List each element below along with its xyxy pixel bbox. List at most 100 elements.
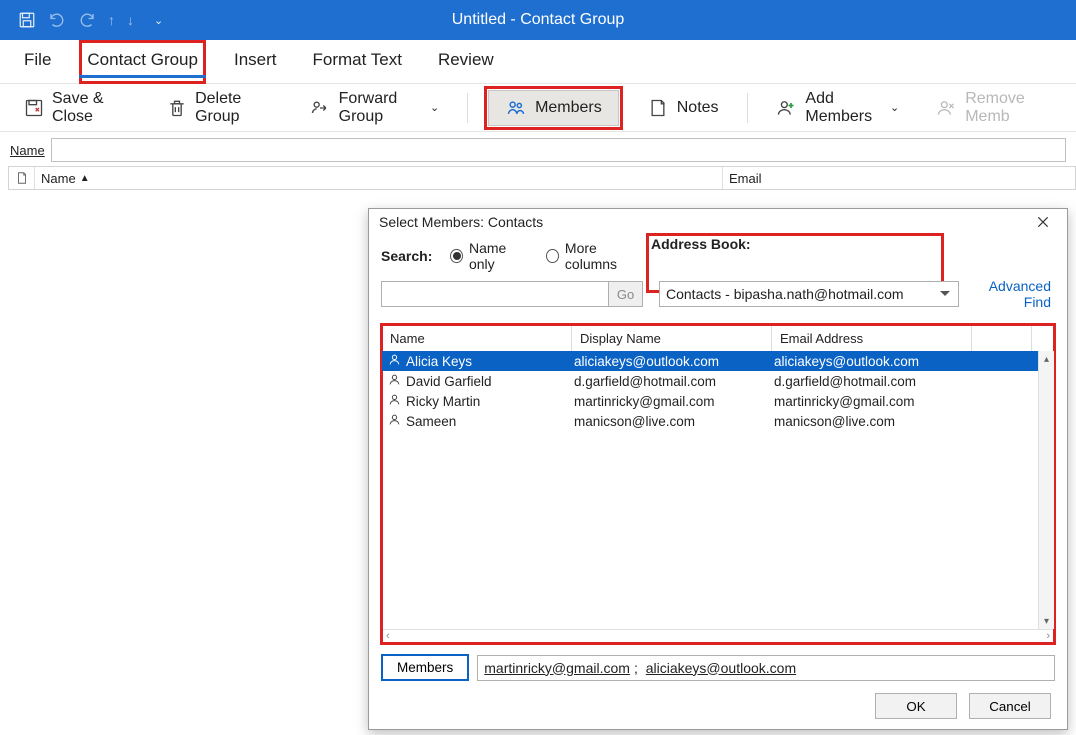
horizontal-scrollbar[interactable]: ‹ › bbox=[382, 629, 1054, 643]
name-row: Name bbox=[0, 132, 1076, 162]
window-title: Untitled - Contact Group bbox=[452, 11, 625, 29]
advanced-find-link[interactable]: Advanced Find bbox=[975, 278, 1055, 310]
cancel-button[interactable]: Cancel bbox=[969, 693, 1051, 719]
contact-email: manicson@live.com bbox=[772, 414, 1032, 429]
members-value-2: aliciakeys@outlook.com bbox=[646, 660, 796, 676]
scroll-down-icon[interactable]: ▾ bbox=[1039, 613, 1054, 629]
down-arrow-icon[interactable]: ↓ bbox=[127, 12, 134, 28]
add-person-icon bbox=[775, 97, 797, 119]
chevron-down-icon: ⌄ bbox=[890, 101, 899, 114]
people-icon bbox=[505, 97, 527, 119]
group-name-input[interactable] bbox=[51, 138, 1066, 162]
save-icon[interactable] bbox=[18, 11, 36, 29]
dialog-titlebar: Select Members: Contacts bbox=[369, 209, 1067, 234]
redo-icon[interactable] bbox=[78, 11, 96, 29]
members-row: Members martinricky@gmail.com; aliciakey… bbox=[381, 654, 1055, 681]
radio-more-columns[interactable]: More columns bbox=[546, 240, 643, 272]
save-close-label: Save & Close bbox=[52, 90, 131, 126]
scroll-right-icon[interactable]: › bbox=[1046, 630, 1050, 643]
name-column-header[interactable]: Name ▲ bbox=[35, 167, 723, 189]
undo-icon[interactable] bbox=[48, 11, 66, 29]
save-close-icon bbox=[24, 97, 44, 119]
vertical-scrollbar[interactable]: ▴ ▾ bbox=[1038, 351, 1054, 629]
contact-display: manicson@live.com bbox=[572, 414, 772, 429]
up-arrow-icon[interactable]: ↑ bbox=[108, 12, 115, 28]
select-members-dialog: Select Members: Contacts Search: Name on… bbox=[368, 208, 1068, 730]
contact-display: d.garfield@hotmail.com bbox=[572, 374, 772, 389]
tab-review[interactable]: Review bbox=[434, 44, 498, 80]
contact-row[interactable]: Sameen manicson@live.commanicson@live.com bbox=[382, 411, 1054, 431]
contact-row[interactable]: Ricky Martinmartinricky@gmail.commartinr… bbox=[382, 391, 1054, 411]
contact-name: Sameen bbox=[406, 414, 456, 429]
members-field[interactable]: martinricky@gmail.com; aliciakeys@outloo… bbox=[477, 655, 1055, 681]
input-row: Go Contacts - bipasha.nath@hotmail.com A… bbox=[381, 278, 1055, 310]
col-display-name[interactable]: Display Name bbox=[572, 325, 772, 351]
tab-format-text[interactable]: Format Text bbox=[309, 44, 406, 80]
dialog-body: Search: Name only More columns Address B… bbox=[369, 234, 1067, 729]
forward-group-label: Forward Group bbox=[339, 90, 422, 126]
notes-label: Notes bbox=[677, 99, 719, 117]
scroll-up-icon[interactable]: ▴ bbox=[1039, 351, 1054, 367]
members-add-button[interactable]: Members bbox=[381, 654, 469, 681]
person-icon bbox=[388, 413, 401, 429]
tab-insert[interactable]: Insert bbox=[230, 44, 281, 80]
col-name[interactable]: Name bbox=[382, 325, 572, 351]
add-members-button[interactable]: Add Members ⌄ bbox=[767, 84, 907, 132]
dialog-footer: OK Cancel bbox=[381, 693, 1055, 719]
address-book-select[interactable]: Contacts - bipasha.nath@hotmail.com bbox=[659, 281, 959, 307]
person-icon bbox=[388, 373, 401, 389]
members-button[interactable]: Members bbox=[488, 90, 619, 126]
contact-name: David Garfield bbox=[406, 374, 492, 389]
contact-email: aliciakeys@outlook.com bbox=[772, 354, 1032, 369]
ribbon-tabs: File Contact Group Insert Format Text Re… bbox=[0, 40, 1076, 84]
icon-column-header[interactable] bbox=[9, 167, 35, 189]
contact-email: martinricky@gmail.com bbox=[772, 394, 1032, 409]
col-email[interactable]: Email Address bbox=[772, 325, 972, 351]
tab-contact-group[interactable]: Contact Group bbox=[83, 44, 202, 80]
search-input[interactable] bbox=[381, 281, 609, 307]
remove-member-button: Remove Memb bbox=[927, 84, 1060, 132]
add-members-label: Add Members bbox=[805, 90, 882, 126]
ok-button[interactable]: OK bbox=[875, 693, 957, 719]
notes-button[interactable]: Notes bbox=[639, 91, 727, 125]
radio-name-only[interactable]: Name only bbox=[450, 240, 528, 272]
members-sep: ; bbox=[634, 660, 642, 676]
tab-file[interactable]: File bbox=[20, 44, 55, 80]
search-label: Search: bbox=[381, 248, 432, 264]
col-extra[interactable] bbox=[972, 325, 1032, 351]
ribbon-separator bbox=[467, 93, 468, 123]
search-box: Go bbox=[381, 281, 643, 307]
title-bar: ↑ ↓ ⌄ Untitled - Contact Group bbox=[0, 0, 1076, 40]
name-column-label: Name bbox=[41, 171, 76, 186]
contacts-list-header: Name Display Name Email Address bbox=[382, 325, 1054, 351]
person-icon bbox=[388, 393, 401, 409]
contacts-list: Name Display Name Email Address Alicia K… bbox=[381, 324, 1055, 644]
ribbon: Save & Close Delete Group Forward Group … bbox=[0, 84, 1076, 132]
scroll-left-icon[interactable]: ‹ bbox=[386, 630, 390, 643]
qat-customize-icon[interactable]: ⌄ bbox=[154, 14, 163, 27]
radio-name-only-label: Name only bbox=[469, 240, 528, 272]
contacts-list-body: Alicia Keysaliciakeys@outlook.comaliciak… bbox=[382, 351, 1054, 629]
delete-group-button[interactable]: Delete Group bbox=[159, 84, 281, 132]
quick-access-toolbar: ↑ ↓ ⌄ bbox=[0, 11, 163, 29]
main-list-columns: Name ▲ Email bbox=[8, 166, 1076, 190]
go-button: Go bbox=[609, 281, 643, 307]
contact-name: Ricky Martin bbox=[406, 394, 480, 409]
contact-email: d.garfield@hotmail.com bbox=[772, 374, 1032, 389]
save-close-button[interactable]: Save & Close bbox=[16, 84, 139, 132]
address-book-label: Address Book: bbox=[651, 236, 751, 252]
person-icon bbox=[388, 353, 401, 369]
ribbon-separator-2 bbox=[747, 93, 748, 123]
trash-icon bbox=[167, 97, 187, 119]
email-column-header[interactable]: Email bbox=[723, 171, 1075, 186]
contact-row[interactable]: Alicia Keysaliciakeys@outlook.comaliciak… bbox=[382, 351, 1054, 371]
forward-group-button[interactable]: Forward Group ⌄ bbox=[301, 84, 448, 132]
contact-row[interactable]: David Garfield d.garfield@hotmail.comd.ga… bbox=[382, 371, 1054, 391]
contact-name: Alicia Keys bbox=[406, 354, 472, 369]
note-icon bbox=[647, 97, 669, 119]
col-scroll bbox=[1032, 325, 1048, 351]
chevron-down-icon: ⌄ bbox=[430, 101, 439, 114]
name-label: Name bbox=[10, 143, 45, 158]
remove-person-icon bbox=[935, 97, 957, 119]
close-button[interactable] bbox=[1029, 210, 1057, 234]
